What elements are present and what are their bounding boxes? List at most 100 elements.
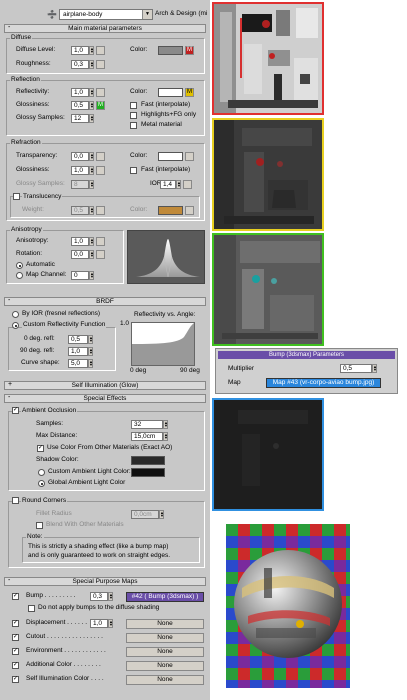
rollout-special-purpose-maps[interactable]: - Special Purpose Maps	[4, 577, 206, 586]
diffuse-level-spinner[interactable]: ▲ ▼	[89, 46, 94, 55]
anisotropy-field[interactable]: 1,0	[71, 237, 89, 246]
additional-color-map-button[interactable]: None	[126, 661, 204, 671]
ao-samples-field[interactable]: 32	[131, 420, 163, 429]
glossy-samples-spinner[interactable]: ▲ ▼	[89, 114, 94, 123]
bump-value-field[interactable]: 0,3	[90, 592, 108, 601]
custom-reflectivity-radio[interactable]	[12, 322, 19, 329]
displacement-checkbox[interactable]: ✓	[12, 620, 19, 627]
shadow-color-swatch[interactable]	[131, 456, 165, 465]
translucency-color-swatch[interactable]	[158, 206, 183, 215]
deg0-field[interactable]: 0,5	[68, 335, 88, 344]
displacement-map-button[interactable]: None	[126, 619, 204, 629]
custom-ambient-swatch[interactable]	[131, 468, 165, 477]
multiplier-spinner[interactable]: ▲ ▼	[372, 364, 377, 373]
rotation-map-button[interactable]	[96, 250, 105, 259]
reflection-color-map-button[interactable]: M	[185, 88, 194, 97]
curve-shape-spinner[interactable]: ▲ ▼	[88, 359, 93, 368]
rollout-brdf[interactable]: - BRDF	[4, 297, 206, 306]
reflection-color-swatch[interactable]	[158, 88, 183, 97]
anisotropy-spinner[interactable]: ▲ ▼	[89, 237, 94, 246]
diffuse-color-swatch[interactable]	[158, 46, 183, 55]
by-ior-radio[interactable]	[12, 311, 19, 318]
round-corners-checkbox[interactable]	[12, 497, 19, 504]
eyedropper-icon[interactable]: ➗	[47, 9, 57, 20]
reflectivity-field[interactable]: 1,0	[71, 88, 89, 97]
map-channel-radio[interactable]	[16, 272, 23, 279]
glossiness-spinner[interactable]: ▲ ▼	[89, 101, 94, 110]
self-illum-color-map-button[interactable]: None	[126, 675, 204, 685]
rollout-self-illumination[interactable]: + Self Illumination (Glow)	[4, 381, 206, 390]
refr-glossiness-field[interactable]: 1,0	[71, 166, 89, 175]
blend-materials-checkbox[interactable]	[36, 522, 43, 529]
map-channel-field[interactable]: 0	[71, 271, 89, 280]
rotation-field[interactable]: 0,0	[71, 250, 89, 259]
environment-map-button[interactable]: None	[126, 647, 204, 657]
diffuse-level-map-button[interactable]	[96, 46, 105, 55]
bump-parameters-header[interactable]: Bump (3dsmax) Parameters	[218, 351, 395, 359]
diffuse-level-field[interactable]: 1,0	[71, 46, 89, 55]
automatic-radio[interactable]	[16, 262, 23, 269]
global-ambient-radio[interactable]	[38, 480, 45, 487]
additional-color-checkbox[interactable]: ✓	[12, 662, 19, 669]
ao-max-distance-spinner[interactable]: ▲ ▼	[163, 432, 168, 441]
refr-samples-spinner[interactable]: ▲ ▼	[89, 180, 94, 189]
curve-shape-field[interactable]: 5,0	[68, 359, 88, 368]
bump-spinner[interactable]: ▲ ▼	[108, 592, 113, 601]
roughness-spinner[interactable]: ▲ ▼	[89, 60, 94, 69]
glossiness-field[interactable]: 0,5	[71, 101, 89, 110]
refraction-color-swatch[interactable]	[158, 152, 183, 161]
ior-spinner[interactable]: ▲ ▼	[176, 180, 181, 189]
bump-map-slot-button[interactable]: Map #43 (vr-corpo-aviao bump.jpg)	[266, 378, 381, 388]
material-type-button[interactable]: Arch & Design (mi	[155, 10, 210, 17]
rollout-main-params[interactable]: - Main material parameters	[4, 24, 206, 33]
roughness-map-button[interactable]	[96, 60, 105, 69]
ao-samples-spinner[interactable]: ▲ ▼	[163, 420, 168, 429]
cutout-checkbox[interactable]: ✓	[12, 634, 19, 641]
metal-material-checkbox[interactable]	[130, 122, 137, 129]
transparency-map-button[interactable]	[96, 152, 105, 161]
rollout-special-effects[interactable]: - Special Effects	[4, 394, 206, 403]
bump-map-button[interactable]: #42 ( Bump (3dsmax) )	[126, 592, 204, 602]
anisotropy-map-button[interactable]	[96, 237, 105, 246]
weight-map-button[interactable]	[96, 206, 105, 215]
material-name-dropdown[interactable]: airplane-body ▼	[59, 9, 153, 20]
ior-field[interactable]: 1,4	[160, 180, 176, 189]
transparency-field[interactable]: 0,0	[71, 152, 89, 161]
fast-interpolate-checkbox[interactable]	[130, 102, 137, 109]
self-illum-color-checkbox[interactable]: ✓	[12, 676, 19, 683]
weight-spinner[interactable]: ▲ ▼	[89, 206, 94, 215]
displacement-value-field[interactable]: 1,0	[90, 619, 108, 628]
glossiness-map-button[interactable]: M	[96, 101, 105, 110]
fillet-radius-field[interactable]: 0,0cm	[131, 510, 159, 519]
weight-field[interactable]: 0,5	[71, 206, 89, 215]
environment-checkbox[interactable]: ✓	[12, 648, 19, 655]
map-channel-spinner[interactable]: ▲ ▼	[89, 271, 94, 280]
deg90-spinner[interactable]: ▲ ▼	[88, 347, 93, 356]
transparency-spinner[interactable]: ▲ ▼	[89, 152, 94, 161]
use-color-checkbox[interactable]: ✓	[37, 445, 44, 452]
glossy-samples-field[interactable]: 12	[71, 114, 89, 123]
refr-samples-field[interactable]: 8	[71, 180, 89, 189]
translucency-color-map-button[interactable]	[185, 206, 194, 215]
translucency-checkbox[interactable]	[13, 193, 20, 200]
cutout-map-button[interactable]: None	[126, 633, 204, 643]
roughness-field[interactable]: 0,3	[71, 60, 89, 69]
refr-glossiness-map-button[interactable]	[96, 166, 105, 175]
reflectivity-spinner[interactable]: ▲ ▼	[89, 88, 94, 97]
refraction-color-map-button[interactable]	[185, 152, 194, 161]
deg90-field[interactable]: 1,0	[68, 347, 88, 356]
highlights-fg-checkbox[interactable]	[130, 112, 137, 119]
rotation-spinner[interactable]: ▲ ▼	[89, 250, 94, 259]
ior-map-button[interactable]	[183, 180, 192, 189]
ambient-occlusion-checkbox[interactable]: ✓	[12, 407, 19, 414]
refr-fast-checkbox[interactable]	[130, 167, 137, 174]
no-bump-diffuse-checkbox[interactable]	[28, 605, 35, 612]
fillet-radius-spinner[interactable]: ▲ ▼	[159, 510, 164, 519]
bump-checkbox[interactable]: ✓	[12, 593, 19, 600]
deg0-spinner[interactable]: ▲ ▼	[88, 335, 93, 344]
refr-glossiness-spinner[interactable]: ▲ ▼	[89, 166, 94, 175]
displacement-spinner[interactable]: ▲ ▼	[108, 619, 113, 628]
custom-ambient-radio[interactable]	[38, 469, 45, 476]
ao-max-distance-field[interactable]: 15,0cm	[131, 432, 163, 441]
multiplier-field[interactable]: 0,5	[340, 364, 372, 373]
